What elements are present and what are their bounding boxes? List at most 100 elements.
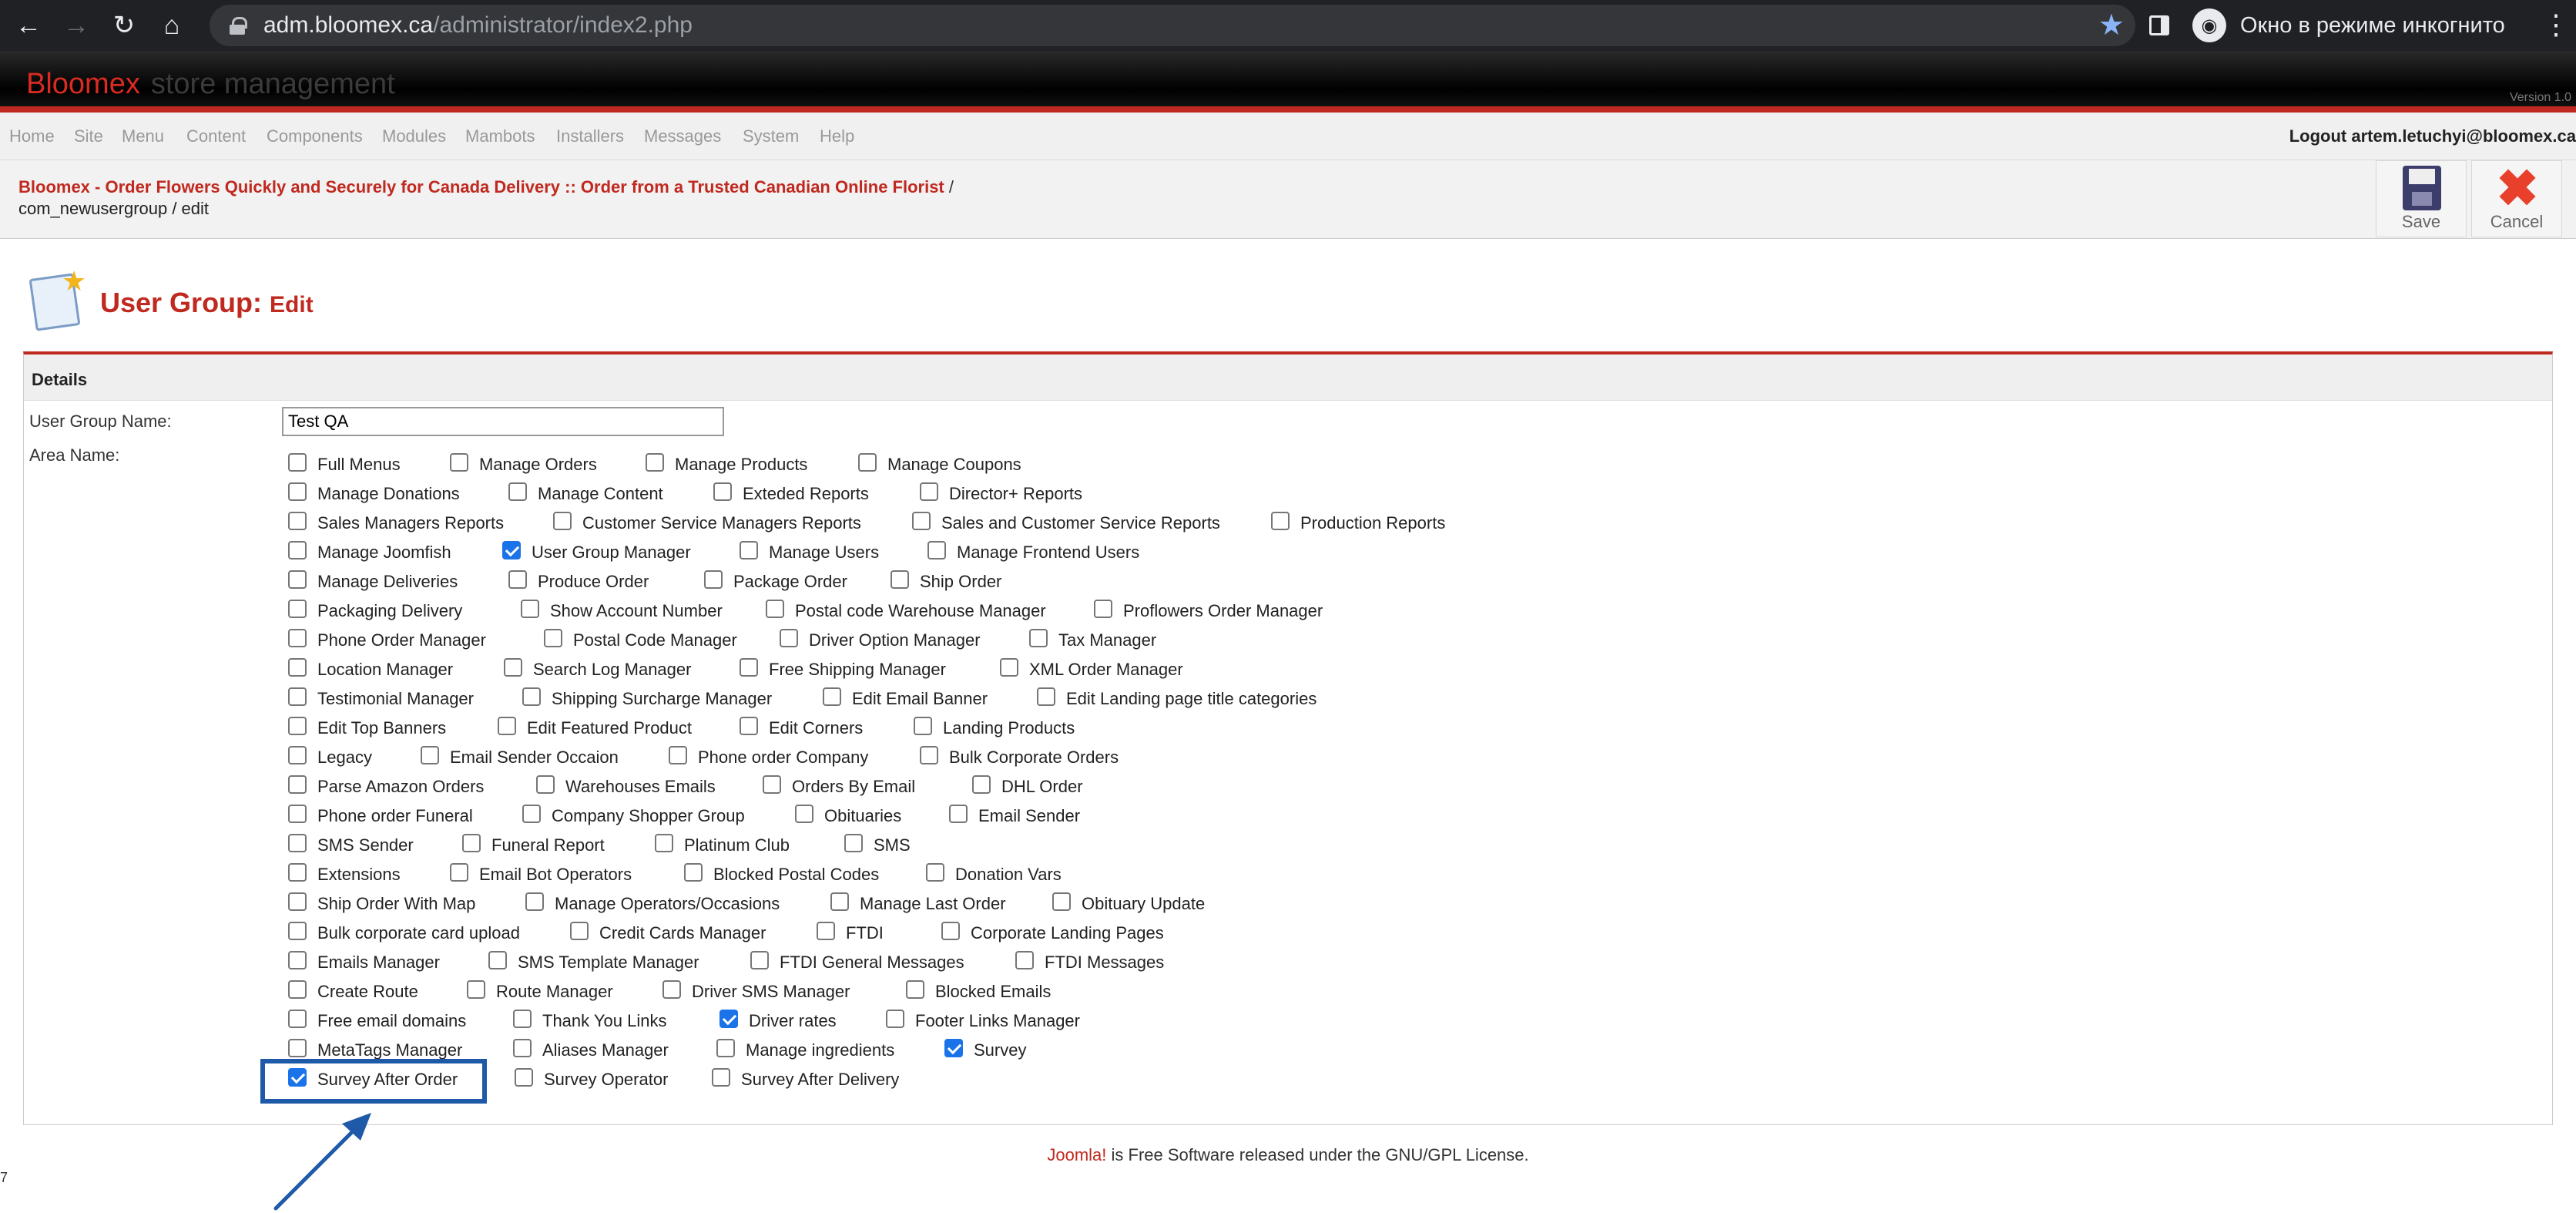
area-checkbox-label[interactable]: Production Reports [1300, 513, 1445, 533]
area-checkbox[interactable] [920, 482, 938, 501]
area-checkbox-label[interactable]: Manage Products [675, 455, 807, 475]
area-checkbox[interactable] [906, 980, 924, 999]
area-checkbox[interactable] [716, 1039, 735, 1057]
area-checkbox[interactable] [488, 951, 507, 969]
area-checkbox[interactable] [795, 805, 813, 823]
area-checkbox[interactable] [288, 805, 307, 823]
area-checkbox-label[interactable]: Email Sender Occaion [450, 748, 619, 768]
menu-home[interactable]: Home [9, 126, 55, 146]
area-checkbox-label[interactable]: Manage Donations [317, 484, 460, 504]
menu-components[interactable]: Components [267, 126, 363, 146]
area-checkbox-label[interactable]: Landing Products [943, 718, 1075, 738]
logout-link[interactable]: Logout artem.letuchyi@bloomex.ca [2289, 126, 2576, 146]
area-checkbox[interactable] [462, 834, 481, 852]
forward-icon[interactable]: → [57, 6, 96, 45]
area-checkbox-label[interactable]: Bulk corporate card upload [317, 923, 520, 943]
menu-installers[interactable]: Installers [556, 126, 624, 146]
area-checkbox[interactable] [1271, 512, 1290, 530]
area-checkbox-label[interactable]: MetaTags Manager [317, 1040, 462, 1060]
menu-menu[interactable]: Menu [122, 126, 164, 146]
area-checkbox[interactable] [288, 951, 307, 969]
area-checkbox[interactable] [288, 629, 307, 647]
menu-mambots[interactable]: Mambots [465, 126, 535, 146]
area-checkbox[interactable] [498, 717, 516, 735]
area-checkbox[interactable] [288, 834, 307, 852]
area-checkbox-label[interactable]: Credit Cards Manager [599, 923, 766, 943]
area-checkbox-label[interactable]: Survey Operator [544, 1070, 668, 1090]
area-checkbox[interactable] [288, 746, 307, 764]
area-checkbox[interactable] [288, 892, 307, 911]
area-checkbox-label[interactable]: Manage Coupons [887, 455, 1021, 475]
side-panel-icon[interactable] [2149, 15, 2169, 35]
area-checkbox-label[interactable]: Full Menus [317, 455, 401, 475]
area-checkbox-label[interactable]: Phone order Funeral [317, 806, 473, 826]
area-checkbox-label[interactable]: Manage Operators/Occasions [555, 894, 780, 914]
group-name-input[interactable] [282, 407, 724, 436]
area-checkbox-label[interactable]: Route Manager [496, 982, 613, 1002]
area-checkbox-label[interactable]: Ship Order With Map [317, 894, 475, 914]
area-checkbox-label[interactable]: Donation Vars [955, 865, 1062, 885]
area-checkbox-label[interactable]: Parse Amazon Orders [317, 777, 484, 797]
area-checkbox-label[interactable]: Packaging Delivery [317, 601, 462, 621]
area-checkbox[interactable] [450, 453, 468, 472]
area-checkbox[interactable] [1000, 658, 1018, 677]
area-checkbox[interactable] [1052, 892, 1071, 911]
area-checkbox[interactable] [740, 541, 758, 559]
area-checkbox[interactable] [288, 512, 307, 530]
area-checkbox-label[interactable]: Thank You Links [542, 1011, 666, 1031]
area-checkbox-label[interactable]: Phone Order Manager [317, 630, 486, 650]
area-checkbox-label[interactable]: Corporate Landing Pages [971, 923, 1164, 943]
area-checkbox[interactable] [972, 775, 991, 794]
area-checkbox-label[interactable]: SMS [874, 835, 911, 855]
area-checkbox[interactable] [886, 1010, 904, 1028]
area-checkbox[interactable] [704, 570, 723, 589]
area-checkbox[interactable] [927, 541, 946, 559]
area-checkbox-label[interactable]: Phone order Company [698, 748, 868, 768]
area-checkbox-label[interactable]: Manage Joomfish [317, 543, 451, 563]
area-checkbox[interactable] [684, 863, 703, 882]
area-checkbox-label[interactable]: FTDI Messages [1045, 953, 1164, 973]
area-checkbox[interactable] [288, 1010, 307, 1028]
area-checkbox[interactable] [288, 717, 307, 735]
area-checkbox[interactable] [521, 600, 539, 618]
area-checkbox[interactable] [662, 980, 681, 999]
area-checkbox-label[interactable]: Free Shipping Manager [769, 660, 946, 680]
area-checkbox[interactable] [536, 775, 555, 794]
area-checkbox-label[interactable]: Driver SMS Manager [692, 982, 850, 1002]
menu-messages[interactable]: Messages [644, 126, 721, 146]
joomla-link[interactable]: Joomla! [1047, 1145, 1106, 1164]
area-checkbox-label[interactable]: Customer Service Managers Reports [582, 513, 861, 533]
area-checkbox-label[interactable]: Tax Manager [1058, 630, 1156, 650]
menu-modules[interactable]: Modules [382, 126, 446, 146]
area-checkbox-label[interactable]: Email Sender [978, 806, 1080, 826]
area-checkbox-label[interactable]: Manage Content [538, 484, 663, 504]
area-checkbox[interactable] [515, 1068, 533, 1087]
browser-menu-icon[interactable]: ⋮ [2542, 8, 2570, 42]
area-checkbox-label[interactable]: Ship Order [920, 572, 1001, 592]
area-checkbox[interactable] [944, 1039, 963, 1057]
area-checkbox-label[interactable]: Manage Orders [479, 455, 597, 475]
area-checkbox[interactable] [713, 482, 732, 501]
area-checkbox-label[interactable]: Blocked Emails [935, 982, 1051, 1002]
area-checkbox[interactable] [914, 717, 932, 735]
area-checkbox-label[interactable]: Platinum Club [684, 835, 790, 855]
area-checkbox-label[interactable]: Blocked Postal Codes [713, 865, 879, 885]
area-checkbox[interactable] [288, 775, 307, 794]
area-checkbox[interactable] [1037, 687, 1055, 706]
area-checkbox[interactable] [288, 922, 307, 940]
area-checkbox-label[interactable]: Email Bot Operators [479, 865, 632, 885]
area-checkbox-label[interactable]: Funeral Report [491, 835, 605, 855]
area-checkbox[interactable] [1015, 951, 1034, 969]
area-checkbox[interactable] [513, 1010, 532, 1028]
area-checkbox-label[interactable]: Search Log Manager [533, 660, 691, 680]
area-checkbox[interactable] [920, 746, 938, 764]
area-checkbox[interactable] [522, 805, 541, 823]
area-checkbox[interactable] [504, 658, 522, 677]
area-checkbox-label[interactable]: Proflowers Order Manager [1123, 601, 1323, 621]
area-checkbox[interactable] [288, 1039, 307, 1057]
area-checkbox[interactable] [450, 863, 468, 882]
area-checkbox[interactable] [508, 570, 527, 589]
area-checkbox-label[interactable]: Exteded Reports [743, 484, 869, 504]
area-checkbox[interactable] [858, 453, 877, 472]
area-checkbox-label[interactable]: XML Order Manager [1029, 660, 1183, 680]
